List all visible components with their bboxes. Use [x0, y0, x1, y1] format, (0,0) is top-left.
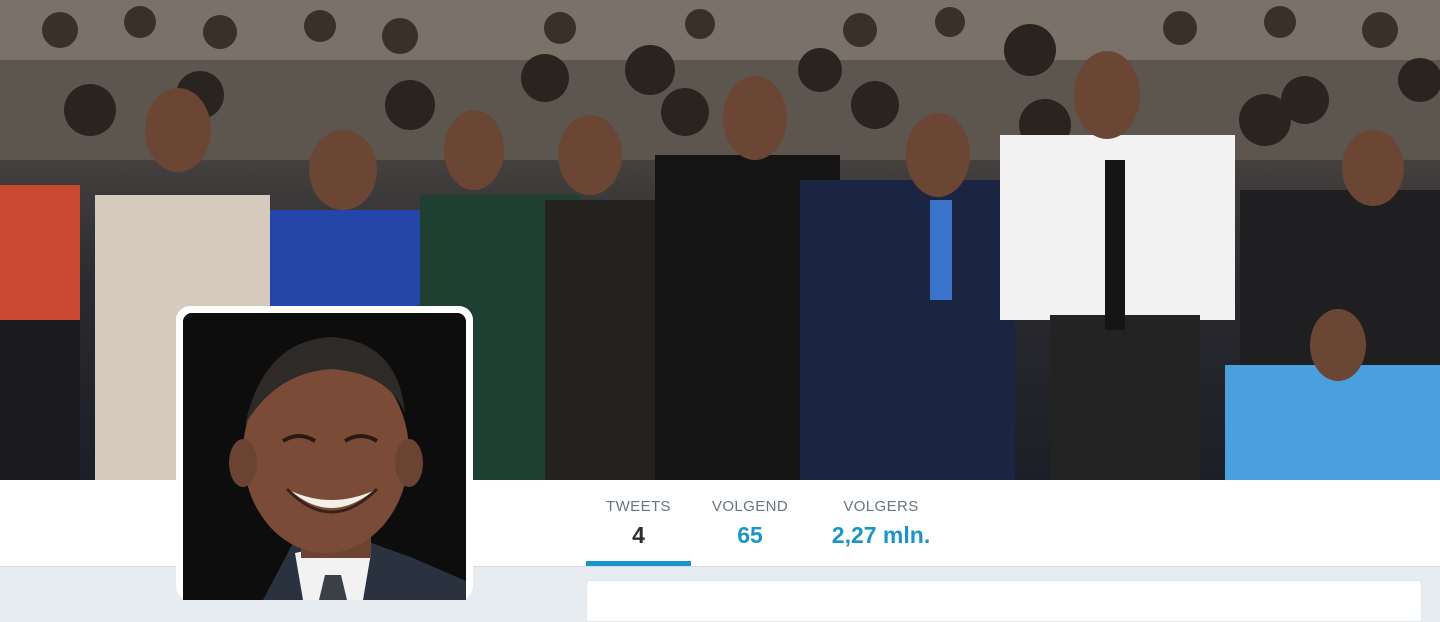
- profile-photo-icon: [183, 313, 466, 600]
- stat-following-value: 65: [737, 522, 763, 548]
- stat-followers-value: 2,27 mln.: [831, 522, 931, 548]
- stat-following[interactable]: VOLGEND 65: [691, 480, 809, 566]
- avatar: [183, 313, 466, 600]
- profile-avatar-frame[interactable]: [176, 306, 473, 600]
- stat-tweets[interactable]: TWEETS 4: [586, 480, 691, 566]
- stat-tweets-value: 4: [632, 522, 645, 548]
- timeline-card: [586, 580, 1422, 622]
- stat-followers[interactable]: VOLGERS 2,27 mln.: [809, 480, 953, 566]
- stat-following-label: VOLGEND: [711, 498, 789, 515]
- stat-tweets-label: TWEETS: [606, 498, 671, 515]
- stat-followers-label: VOLGERS: [843, 498, 919, 515]
- profile-stats: TWEETS 4 VOLGEND 65 VOLGERS 2,27 mln.: [586, 480, 953, 566]
